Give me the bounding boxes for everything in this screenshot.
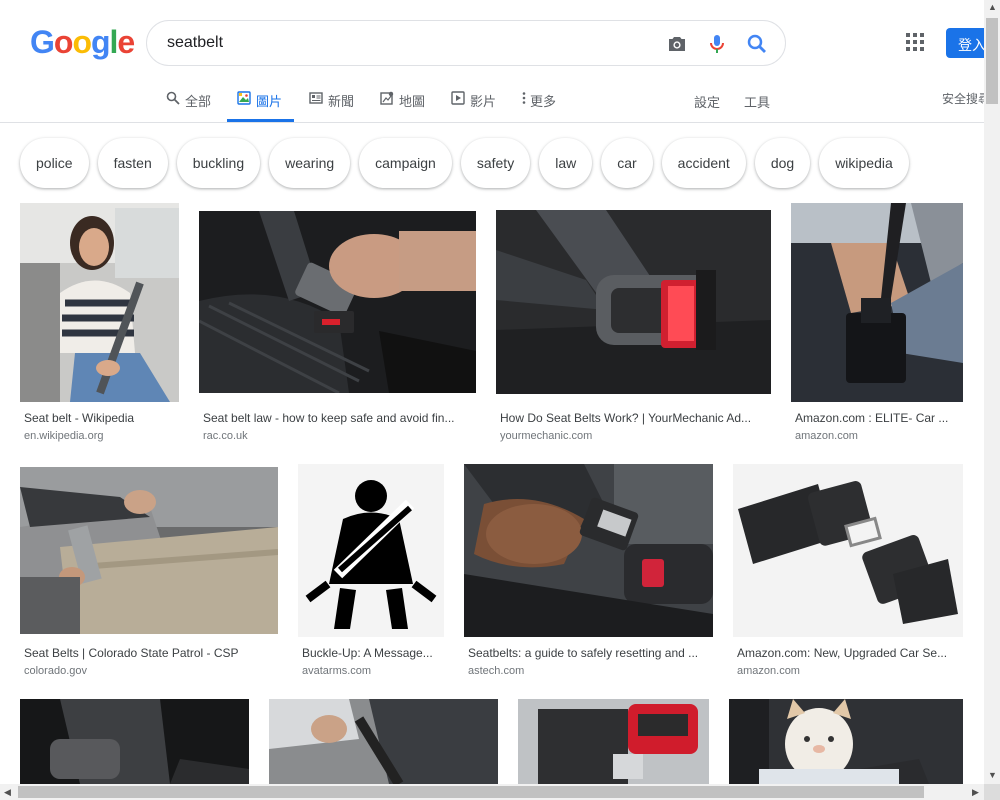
header: Google seatbelt 登入 全部 圖片 新聞 地圖 影片 更多 設定 … xyxy=(0,0,1000,123)
seatbelt-buckle-closeup-image xyxy=(496,210,771,394)
result-caption[interactable]: Buckle-Up: A Message... xyxy=(302,646,442,660)
result-domain: astech.com xyxy=(468,665,525,677)
chip-campaign[interactable]: campaign xyxy=(359,138,452,188)
plush-cat-seatbelt-image xyxy=(729,699,963,784)
chip-accident[interactable]: accident xyxy=(661,138,746,188)
settings-link[interactable]: 設定 xyxy=(694,92,720,111)
more-vert-icon xyxy=(522,92,526,104)
logo-letter: G xyxy=(30,24,55,60)
image-icon xyxy=(237,91,251,105)
tab-label: 全部 xyxy=(185,94,212,109)
seatbelt-latch-image xyxy=(20,699,249,784)
result-caption[interactable]: Amazon.com: New, Upgraded Car Se... xyxy=(737,646,959,660)
vertical-scrollbar[interactable] xyxy=(984,0,1000,784)
result-caption[interactable]: Seat belt law - how to keep safe and avo… xyxy=(203,411,473,425)
result-caption[interactable]: Seat Belts | Colorado State Patrol - CSP xyxy=(24,646,274,660)
vertical-scroll-thumb[interactable] xyxy=(986,18,998,104)
search-icon[interactable] xyxy=(745,32,769,56)
tools-link[interactable]: 工具 xyxy=(744,92,770,111)
logo-letter: l xyxy=(109,24,119,60)
result-caption[interactable]: Seatbelts: a guide to safely resetting a… xyxy=(468,646,710,660)
buckling-seatbelt-in-car-image xyxy=(269,699,498,784)
search-icon xyxy=(166,91,180,105)
hand-resetting-seatbelt-image xyxy=(464,464,713,637)
result-image[interactable] xyxy=(518,699,709,784)
scroll-right-arrow-icon[interactable]: ▶ xyxy=(972,787,979,798)
tab-maps[interactable]: 地圖 xyxy=(380,84,425,122)
result-image[interactable] xyxy=(298,464,444,637)
result-image[interactable] xyxy=(464,464,713,637)
result-image[interactable] xyxy=(20,203,179,402)
scroll-down-arrow-icon[interactable]: ▼ xyxy=(988,770,997,780)
result-image[interactable] xyxy=(791,203,963,402)
result-image[interactable] xyxy=(729,699,963,784)
result-domain: amazon.com xyxy=(737,665,800,677)
hand-buckling-seatbelt-image xyxy=(199,211,476,393)
map-icon xyxy=(380,91,394,105)
logo-letter: g xyxy=(90,24,111,60)
result-image[interactable] xyxy=(269,699,498,784)
result-domain: avatarms.com xyxy=(302,665,372,677)
tab-label: 地圖 xyxy=(399,94,426,109)
result-caption[interactable]: Amazon.com : ELITE- Car ... xyxy=(795,411,960,425)
microphone-icon[interactable] xyxy=(705,32,729,56)
tab-label: 更多 xyxy=(530,94,557,109)
search-query[interactable]: seatbelt xyxy=(167,34,223,52)
scroll-left-arrow-icon[interactable]: ◀ xyxy=(4,787,11,798)
tab-label: 圖片 xyxy=(256,94,283,109)
apps-grid-icon[interactable] xyxy=(906,33,924,51)
result-image[interactable] xyxy=(199,211,476,393)
tab-images[interactable]: 圖片 xyxy=(227,84,295,122)
chip-safety[interactable]: safety xyxy=(460,138,531,188)
result-caption[interactable]: How Do Seat Belts Work? | YourMechanic A… xyxy=(500,411,768,425)
chip-wearing[interactable]: wearing xyxy=(269,138,351,188)
search-input[interactable]: seatbelt xyxy=(146,20,786,66)
logo-letter: o xyxy=(72,24,92,60)
chip-police[interactable]: police xyxy=(20,138,89,188)
result-image[interactable] xyxy=(20,699,249,784)
tab-all[interactable]: 全部 xyxy=(166,84,211,122)
related-searches-chips: police fasten buckling wearing campaign … xyxy=(20,138,918,188)
result-domain: en.wikipedia.org xyxy=(24,430,104,442)
tab-videos[interactable]: 影片 xyxy=(451,84,496,122)
chip-buckling[interactable]: buckling xyxy=(176,138,261,188)
tab-more[interactable]: 更多 xyxy=(521,84,556,122)
search-tabs: 全部 圖片 新聞 地圖 影片 更多 xyxy=(0,84,984,122)
result-domain: rac.co.uk xyxy=(203,430,248,442)
result-image[interactable] xyxy=(496,210,771,394)
chip-law[interactable]: law xyxy=(539,138,593,188)
logo-letter: o xyxy=(53,24,74,60)
video-icon xyxy=(451,91,465,105)
chip-car[interactable]: car xyxy=(601,138,653,188)
camera-icon[interactable] xyxy=(665,32,689,56)
woman-fastening-seatbelt-image xyxy=(20,203,179,402)
tab-label: 影片 xyxy=(470,94,497,109)
result-image[interactable] xyxy=(733,464,963,637)
person-wearing-seatbelt-image xyxy=(20,467,278,634)
news-icon xyxy=(309,92,323,104)
result-domain: colorado.gov xyxy=(24,665,87,677)
chip-wikipedia[interactable]: wikipedia xyxy=(819,138,909,188)
horizontal-scroll-thumb[interactable] xyxy=(18,786,924,798)
google-logo[interactable]: Google xyxy=(30,24,135,61)
red-buckle-closeup-image xyxy=(518,699,709,784)
result-caption[interactable]: Seat belt - Wikipedia xyxy=(24,411,174,425)
elite-seatbelt-extender-image xyxy=(791,203,963,402)
safe-search-link[interactable]: 安全搜尋 xyxy=(942,90,990,107)
tab-news[interactable]: 新聞 xyxy=(309,84,354,122)
scroll-up-arrow-icon[interactable]: ▲ xyxy=(988,2,997,12)
buckle-up-pictogram-image xyxy=(298,464,444,637)
result-domain: yourmechanic.com xyxy=(500,430,593,442)
result-image[interactable] xyxy=(20,467,278,634)
seatbelt-extender-product-image xyxy=(733,464,963,637)
chip-dog[interactable]: dog xyxy=(754,138,811,188)
scrollbar-corner xyxy=(984,784,1000,800)
tab-label: 新聞 xyxy=(328,94,355,109)
chip-fasten[interactable]: fasten xyxy=(97,138,168,188)
result-domain: amazon.com xyxy=(795,430,858,442)
logo-letter: e xyxy=(117,24,135,60)
